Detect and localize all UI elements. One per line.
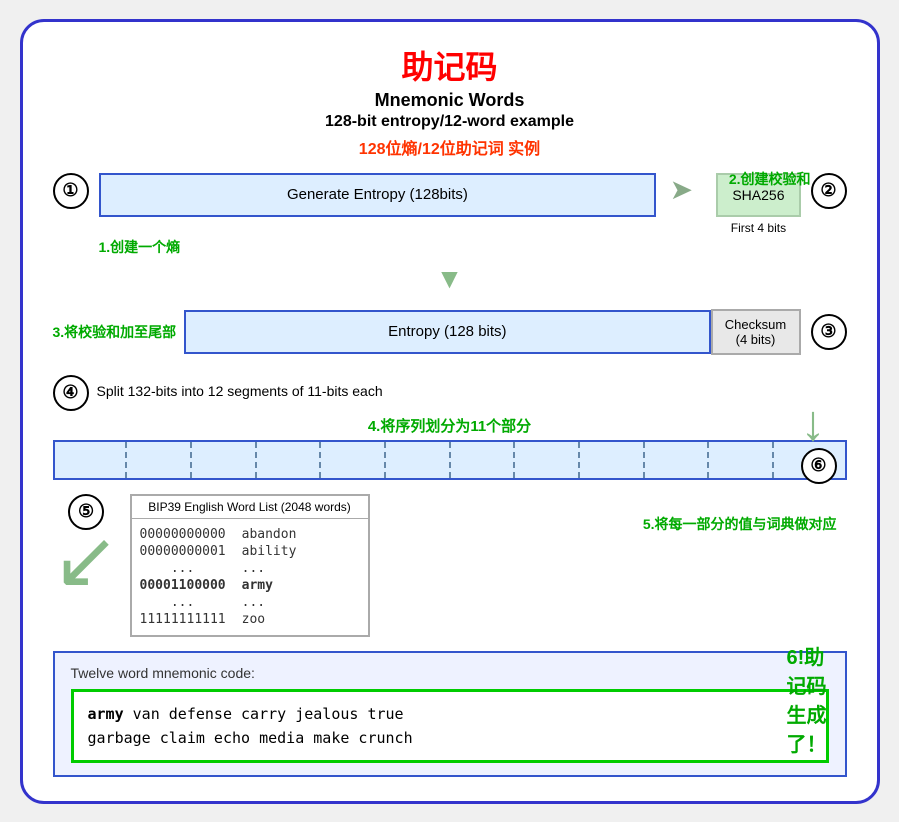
seg2 <box>127 442 192 478</box>
seg4 <box>257 442 322 478</box>
seg11 <box>709 442 774 478</box>
binary-col: 00000000000 00000000001 ... 00001100000 … <box>140 527 226 627</box>
word-list-container: BIP39 English Word List (2048 words) 000… <box>130 494 370 637</box>
mnemonic-box: army van defense carry jealous truegarba… <box>71 689 829 763</box>
binary-row1: 00000000000 <box>140 527 226 542</box>
title-en: Mnemonic Words <box>53 90 847 111</box>
label-step6: 6!助记码生成了！ <box>787 641 827 757</box>
word-col: abandon ability ... army ... zoo <box>242 527 297 627</box>
checksum-box: Checksum(4 bits) <box>711 309 801 355</box>
seg1 <box>63 442 128 478</box>
title-cn: 助记码 <box>53 42 847 88</box>
seg10 <box>645 442 710 478</box>
binary-row4: 00001100000 <box>140 578 226 593</box>
mnemonic-rest: van defense carry jealous truegarbage cl… <box>88 705 413 747</box>
step2-circle: ② <box>811 173 847 209</box>
main-container: 助记码 Mnemonic Words 128-bit entropy/12-wo… <box>20 19 880 804</box>
seg8 <box>515 442 580 478</box>
seg7 <box>451 442 516 478</box>
seg9 <box>580 442 645 478</box>
binary-row5: ... <box>140 595 226 610</box>
step6-row: Twelve word mnemonic code: army van defe… <box>53 651 847 777</box>
label-step2: 2.创建校验和 <box>729 169 811 189</box>
bits-bar <box>53 440 847 480</box>
step1-circle: ① <box>53 173 89 209</box>
binary-row3: ... <box>140 561 226 576</box>
step4-circle: ④ <box>53 375 89 411</box>
word-row2: ability <box>242 544 297 559</box>
label-step5: 5.将每一部分的值与词典做对应 <box>643 514 837 534</box>
mnemonic-first-word: army <box>88 705 124 723</box>
checksum-text: Checksum(4 bits) <box>725 317 786 347</box>
step4-row: ④ Split 132-bits into 12 segments of 11-… <box>53 371 847 411</box>
word-row6: zoo <box>242 612 297 627</box>
word-list-wrapper: BIP39 English Word List (2048 words) 000… <box>130 494 370 637</box>
twelve-word-label: Twelve word mnemonic code: <box>71 665 829 681</box>
step5-left: ⑤ ↙ <box>53 494 120 600</box>
word-row4: army <box>242 578 297 593</box>
step1-row: 2.创建校验和 ① Generate Entropy (128bits) ➤ S… <box>53 173 847 235</box>
step6-area: ↓ ⑥ <box>801 398 837 484</box>
word-list-content: 00000000000 00000000001 ... 00001100000 … <box>132 519 368 635</box>
step3-circle: ③ <box>811 314 847 350</box>
word-row5: ... <box>242 595 297 610</box>
word-row1: abandon <box>242 527 297 542</box>
curved-arrow-down2: ↓ <box>801 398 837 448</box>
step5-row: ⑤ ↙ BIP39 English Word List (2048 words)… <box>53 494 847 637</box>
step3-row: 3.将校验和加至尾部 Entropy (128 bits) Checksum(4… <box>53 309 847 355</box>
step5-circle: ⑤ <box>68 494 104 530</box>
entropy-box: Generate Entropy (128bits) <box>99 173 657 217</box>
down-arrow1: ▼ <box>53 263 847 295</box>
seg5 <box>321 442 386 478</box>
label-step4: 4.将序列划分为11个部分 <box>53 415 847 436</box>
output-container: Twelve word mnemonic code: army van defe… <box>53 651 847 777</box>
seg6 <box>386 442 451 478</box>
first4bits: First 4 bits <box>731 221 786 235</box>
label-step1: 1.创建一个熵 <box>99 237 847 257</box>
seg3 <box>192 442 257 478</box>
word-list-title: BIP39 English Word List (2048 words) <box>132 496 368 519</box>
step4-text: Split 132-bits into 12 segments of 11-bi… <box>97 383 383 399</box>
step6-circle: ⑥ <box>801 448 837 484</box>
binary-row2: 00000000001 <box>140 544 226 559</box>
binary-row6: 11111111111 <box>140 612 226 627</box>
entropy128-box: Entropy (128 bits) <box>184 310 710 354</box>
word-row3: ... <box>242 561 297 576</box>
subtitle-cn: 128位熵/12位助记词 实例 <box>53 135 847 159</box>
arrow-right-icon: ➤ <box>656 173 706 206</box>
label-step3: 3.将校验和加至尾部 <box>53 322 177 342</box>
subtitle-en: 128-bit entropy/12-word example <box>53 113 847 131</box>
curved-arrow-down: ↙ <box>53 520 120 600</box>
